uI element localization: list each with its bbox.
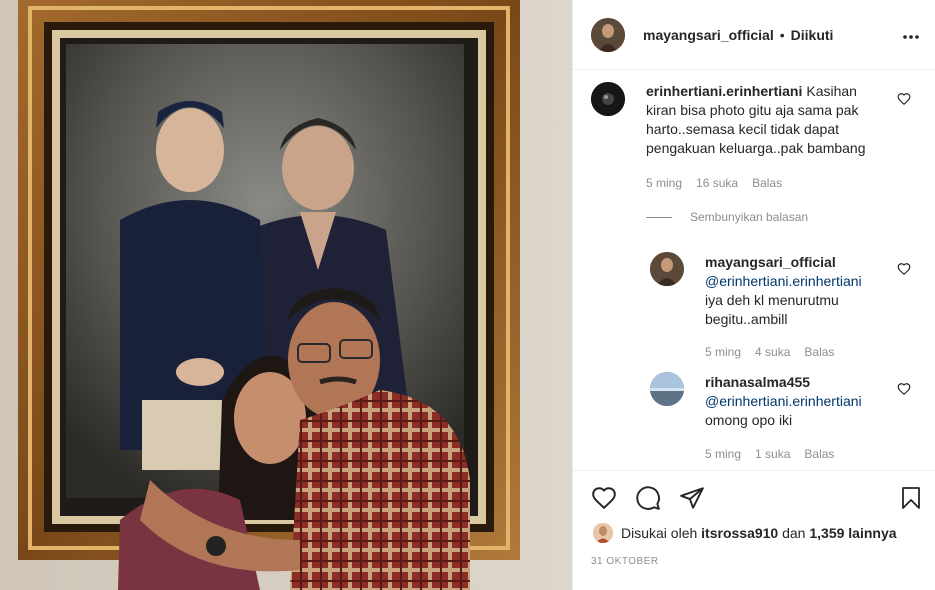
reply-meta: 5 ming 4 suka Balas (705, 345, 848, 359)
reply-reply-button[interactable]: Balas (804, 447, 834, 461)
comment-username[interactable]: erinhertiani.erinhertiani (646, 83, 802, 99)
comment-line: pengakuan keluarga..pak bambang (646, 140, 866, 156)
comment-likes[interactable]: 16 suka (696, 176, 738, 190)
comment-like-heart-icon[interactable] (897, 92, 911, 106)
commenter-avatar[interactable] (591, 82, 625, 116)
reply-mention-link[interactable]: @erinhertiani.erinhertiani (705, 393, 862, 409)
comment-reply-button[interactable]: Balas (752, 176, 782, 190)
comment-line: kiran bisa photo gitu aja sama pak (646, 102, 859, 118)
post-image-illustration (0, 0, 572, 590)
reply-mention-link[interactable]: @erinhertiani.erinhertiani (705, 273, 862, 289)
reply-like-heart-icon[interactable] (897, 262, 911, 276)
reply-username[interactable]: rihanasalma455 (705, 374, 810, 390)
liked-by-others[interactable]: 1,359 lainnya (809, 525, 896, 541)
reply-reply-button[interactable]: Balas (804, 345, 834, 359)
follow-state-button[interactable]: Diikuti (791, 27, 834, 43)
post-side-panel: mayangsari_official • Diikuti erinhertia… (572, 0, 935, 590)
liked-by-summary[interactable]: Disukai oleh itsrossa910 dan 1,359 lainn… (593, 523, 897, 543)
author-avatar[interactable] (591, 17, 625, 52)
author-username[interactable]: mayangsari_official (643, 27, 774, 43)
reply-like-heart-icon[interactable] (897, 382, 911, 396)
post-photo[interactable] (0, 0, 572, 590)
reply-likes[interactable]: 1 suka (755, 447, 790, 461)
comment-icon[interactable] (635, 485, 661, 511)
reply-text-block: mayangsari_official @erinhertiani.erinhe… (705, 253, 895, 329)
reply-line: begitu..ambill (705, 311, 788, 327)
post-actions-bar: Disukai oleh itsrossa910 dan 1,359 lainn… (573, 470, 935, 590)
comments-list[interactable]: erinhertiani.erinhertiani Kasihan kiran b… (573, 70, 935, 470)
comment-meta: 5 ming 16 suka Balas (646, 176, 796, 190)
reply-avatar[interactable] (650, 252, 684, 286)
liked-by-conj: dan (782, 525, 806, 541)
post-header: mayangsari_official • Diikuti (573, 0, 935, 70)
hide-replies-line (646, 216, 672, 218)
reply-time: 5 ming (705, 447, 742, 461)
comment-text-block: erinhertiani.erinhertiani Kasihan kiran b… (646, 82, 896, 158)
reply-line: omong opo iki (705, 412, 793, 428)
reply-meta: 5 ming 1 suka Balas (705, 447, 848, 461)
liker-avatar (593, 523, 613, 543)
more-horizontal-icon[interactable] (903, 26, 919, 44)
hide-replies-toggle[interactable]: Sembunyikan balasan (646, 210, 808, 224)
reply-username[interactable]: mayangsari_official (705, 254, 836, 270)
hide-replies-label: Sembunyikan balasan (690, 210, 809, 224)
reply-time: 5 ming (705, 345, 742, 359)
header-separator: • (779, 26, 785, 43)
comment-line: Kasihan (806, 83, 857, 99)
comment-time: 5 ming (646, 176, 683, 190)
bookmark-icon[interactable] (899, 485, 923, 511)
reply-avatar[interactable] (650, 372, 684, 406)
share-icon[interactable] (679, 485, 705, 511)
reply-line: iya deh kl menurutmu (705, 292, 839, 308)
comment-line: harto..semasa kecil tidak dapat (646, 121, 839, 137)
liked-by-user[interactable]: itsrossa910 (701, 525, 778, 541)
reply-likes[interactable]: 4 suka (755, 345, 790, 359)
liked-by-prefix: Disukai oleh (621, 525, 698, 541)
reply-text-block: rihanasalma455 @erinhertiani.erinhertian… (705, 373, 895, 430)
post-date[interactable]: 31 OKTOBER (591, 556, 659, 567)
heart-icon[interactable] (591, 485, 617, 511)
